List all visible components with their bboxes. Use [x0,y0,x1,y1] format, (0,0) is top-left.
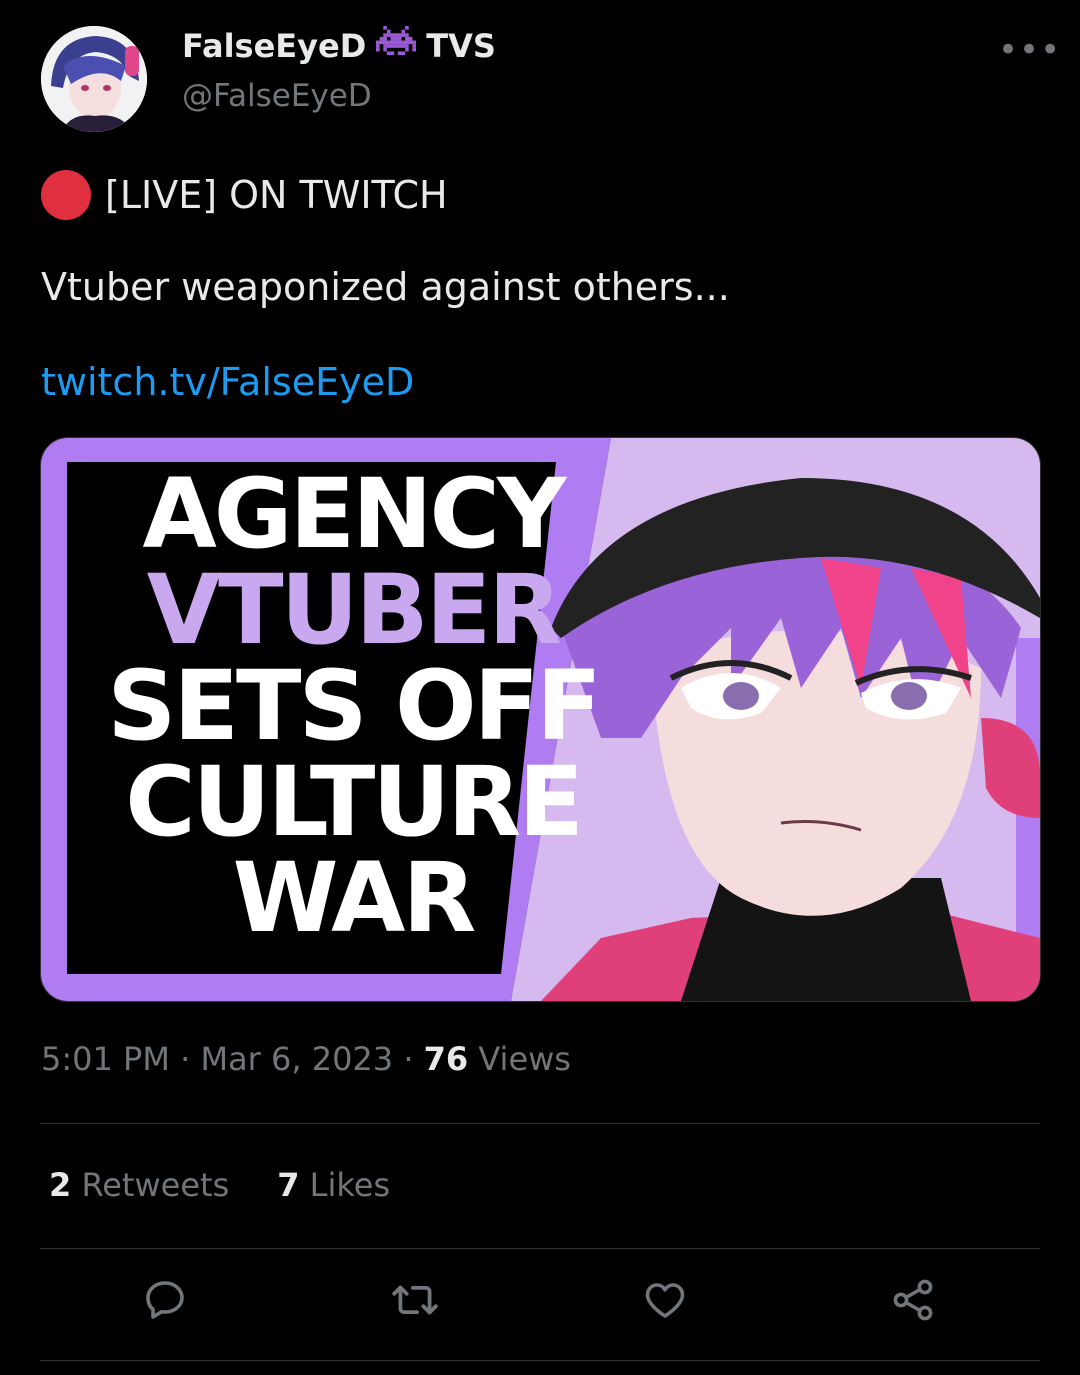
share-button[interactable] [883,1270,943,1330]
media-image[interactable]: AGENCY VTUBER SETS OFF CULTURE WAR [40,437,1041,1002]
retweet-button[interactable] [385,1270,445,1330]
author-name-suffix: TVS [426,27,496,65]
retweets-stat[interactable]: 2 Retweets [49,1166,229,1204]
divider [40,1248,1040,1249]
retweets-count: 2 [49,1166,72,1204]
author-avatar[interactable] [41,26,147,132]
red-circle-icon [41,170,91,220]
retweets-label: Retweets [81,1166,230,1204]
views-label: Views [478,1040,571,1078]
action-bar [40,1270,1040,1340]
media-title: AGENCY VTUBER SETS OFF CULTURE WAR [93,466,613,946]
reply-button[interactable] [135,1270,195,1330]
likes-count: 7 [277,1166,300,1204]
tweet-text: Vtuber weaponized against others... [41,265,730,309]
likes-label: Likes [309,1166,391,1204]
retweet-icon [392,1285,438,1315]
divider [40,1360,1040,1361]
tweet-meta: 5:01 PM · Mar 6, 2023 · 76 Views [41,1040,571,1078]
views-count: 76 [423,1040,469,1078]
author-name-row[interactable]: FalseEyeD TVS [182,26,496,66]
meta-separator: · [180,1040,191,1078]
media-title-line-4: CULTURE [125,746,584,858]
like-button[interactable] [635,1270,695,1330]
likes-stat[interactable]: 7 Likes [277,1166,390,1204]
engagement-stats: 2 Retweets 7 Likes [49,1166,390,1204]
heart-icon [645,1283,685,1318]
media-title-line-1: AGENCY [142,458,567,570]
live-line: [LIVE] ON TWITCH [41,170,448,220]
media-title-line-3: SETS OFF [107,650,602,762]
author-handle[interactable]: @FalseEyeD [182,78,372,114]
author-display-name[interactable]: FalseEyeD [182,27,366,65]
tweet-link[interactable]: twitch.tv/FalseEyeD [41,360,414,404]
media-title-line-5: WAR [232,842,477,954]
live-text: [LIVE] ON TWITCH [105,173,448,217]
tweet-date[interactable]: Mar 6, 2023 [200,1040,393,1078]
meta-separator: · [403,1040,414,1078]
share-icon [893,1279,933,1321]
more-options-button[interactable]: ••• [998,30,1061,70]
space-invader-icon [376,26,417,66]
divider [40,1123,1040,1124]
reply-icon [146,1281,184,1319]
media-title-line-2: VTUBER [146,554,562,666]
tweet-time[interactable]: 5:01 PM [41,1040,170,1078]
